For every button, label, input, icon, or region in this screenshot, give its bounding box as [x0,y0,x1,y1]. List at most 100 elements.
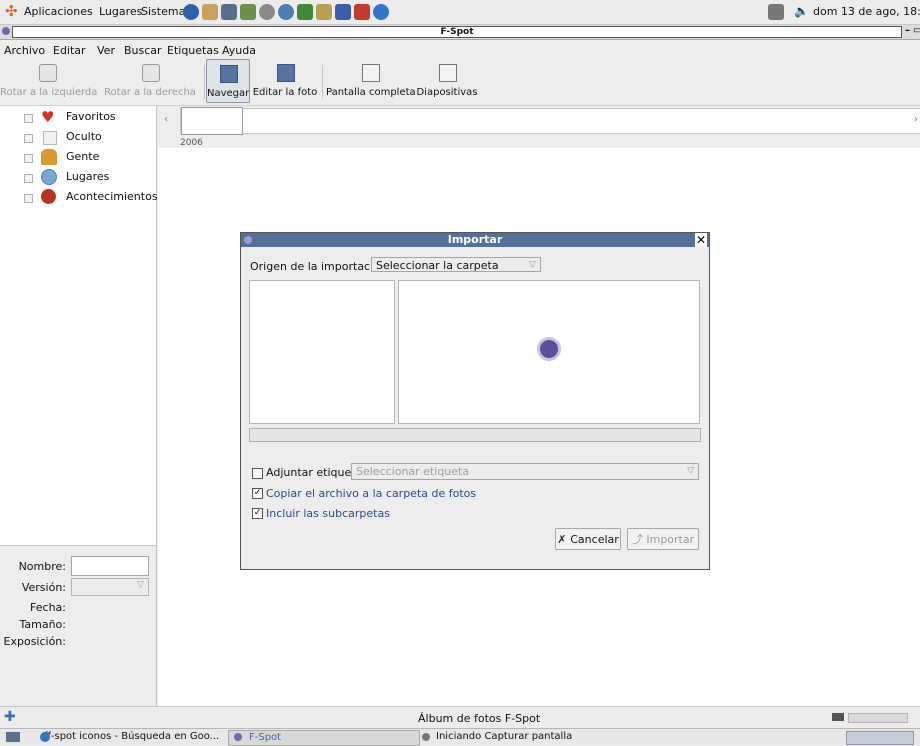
tag-select-value: Seleccionar etiqueta [356,465,470,478]
edit-photo-button[interactable]: Editar la foto [252,59,318,103]
preview-pane[interactable] [398,280,700,424]
mail-icon[interactable] [202,4,218,20]
gnome-foot-icon[interactable]: ✣ [5,3,21,19]
rotate-right-icon [142,64,160,82]
places-icon [41,169,57,185]
fullscreen-icon [362,64,380,82]
menu-archivo[interactable]: Archivo [4,44,45,57]
fullscreen-button[interactable]: Pantalla completa [326,59,416,103]
hidden-icon [43,131,57,145]
tag-label: Oculto [66,130,102,143]
maximize-icon[interactable]: ▭ [913,25,920,36]
task-browser[interactable]: ff-spot iconos - Búsqueda en Goo... [24,730,240,744]
minimize-icon[interactable]: – [905,25,910,36]
zoom-slider[interactable] [848,713,908,723]
name-field[interactable] [71,556,149,576]
browse-button[interactable]: Navegar [206,59,250,103]
tools-icon[interactable] [316,4,332,20]
version-select[interactable]: ▽ [71,578,149,596]
timeline-scroll-left-icon[interactable]: ‹ [164,114,168,125]
slideshow-label: Diapositivas [416,87,478,98]
source-select[interactable]: Seleccionar la carpeta ▽ [371,257,541,272]
timeline-year: 2006 [180,138,203,148]
copy-files-checkbox[interactable]: ✓ [252,488,263,499]
timeline-strip[interactable] [180,107,920,135]
slideshow-icon [439,64,457,82]
rotate-left-button[interactable]: Rotar a la izquierda [0,59,98,103]
fullscreen-label: Pantalla completa [326,87,416,98]
photo-icon[interactable] [335,4,351,20]
browser-task-icon [40,732,50,742]
statusbar: ✚ Álbum de fotos F-Spot [0,706,920,729]
menu-lugares[interactable]: Lugares [99,5,142,18]
workspace-switcher[interactable] [846,731,914,745]
cancel-label: Cancelar [570,533,619,546]
expander-icon[interactable] [24,174,33,183]
heart-icon: ♥ [41,108,55,126]
menu-editar[interactable]: Editar [53,44,86,57]
browse-label: Navegar [207,88,250,99]
clock-icon [41,189,56,204]
volume-icon[interactable]: 🔈 [794,4,809,18]
slideshow-button[interactable]: Diapositivas [414,59,480,103]
expander-icon[interactable] [24,154,33,163]
timeline: ‹ 2006 › [158,106,920,148]
size-label: Tamaño: [19,618,66,631]
top-panel: ✣ Aplicaciones Lugares Sistema 🔈 dom 13 … [0,0,920,25]
dialog-menu-icon[interactable] [244,236,252,244]
editor-icon[interactable] [240,4,256,20]
menu-ayuda[interactable]: Ayuda [222,44,256,57]
menu-etiquetas[interactable]: Etiquetas [167,44,219,57]
toolbar-separator [204,65,205,99]
expander-icon[interactable] [24,194,33,203]
window-titlebar[interactable]: F-Spot – ▭ [0,25,920,40]
folder-list-pane[interactable] [249,280,395,424]
taskbar: ff-spot iconos - Búsqueda en Goo... F-Sp… [0,728,920,746]
import-label: Importar [646,533,695,546]
exposure-label: Exposición: [3,635,66,648]
music-icon[interactable] [278,4,294,20]
import-button[interactable]: ⤴ Importar [627,528,699,550]
task-screenshot[interactable]: Iniciando Capturar pantalla [416,730,636,744]
menu-ver[interactable]: Ver [97,44,115,57]
tag-label: Gente [66,150,100,163]
attach-tag-checkbox[interactable] [252,468,263,479]
dialog-title: Importar [447,233,503,246]
window-menu-icon[interactable] [2,27,10,35]
clock[interactable]: dom 13 de ago, 18:56 [813,5,920,18]
include-subfolders-checkbox[interactable]: ✓ [252,508,263,519]
source-label: Origen de la importación: [250,260,391,273]
expander-icon[interactable] [24,134,33,143]
add-icon[interactable]: ✚ [4,709,16,725]
menubar: Archivo Editar Ver Buscar Etiquetas Ayud… [0,41,920,59]
chevron-down-icon: ▽ [687,466,694,476]
office-icon[interactable] [221,4,237,20]
expander-icon[interactable] [24,114,33,123]
game-icon[interactable] [297,4,313,20]
rotate-left-label: Rotar a la izquierda [0,87,98,98]
include-subfolders-label[interactable]: Incluir las subcarpetas [266,507,390,520]
menu-sistema[interactable]: Sistema [141,5,185,18]
tag-select[interactable]: Seleccionar etiqueta ▽ [351,463,699,480]
cancel-button[interactable]: ✗ Cancelar [555,528,621,550]
timeline-scroll-right-icon[interactable]: › [914,114,918,125]
timeline-selection[interactable] [181,107,243,135]
edit-photo-label: Editar la foto [252,87,318,98]
date-label: Fecha: [30,601,66,614]
dialog-titlebar[interactable]: Importar ✕ [241,233,709,247]
close-icon[interactable]: ✕ [695,233,707,247]
view-mode-icon[interactable] [832,713,844,721]
web-browser-icon[interactable] [183,4,199,20]
loading-spinner-icon [537,337,561,361]
menu-aplicaciones[interactable]: Aplicaciones [24,5,93,18]
chevron-down-icon: ▽ [137,580,144,590]
rotate-right-button[interactable]: Rotar a la derecha [96,59,204,103]
camera-icon[interactable] [259,4,275,20]
star-icon[interactable] [354,4,370,20]
network-icon[interactable] [373,4,389,20]
copy-files-label[interactable]: Copiar el archivo a la carpeta de fotos [266,487,476,500]
show-desktop-icon[interactable] [6,732,20,742]
menu-buscar[interactable]: Buscar [124,44,162,57]
people-icon [41,149,57,165]
printer-tray-icon[interactable] [768,4,784,20]
